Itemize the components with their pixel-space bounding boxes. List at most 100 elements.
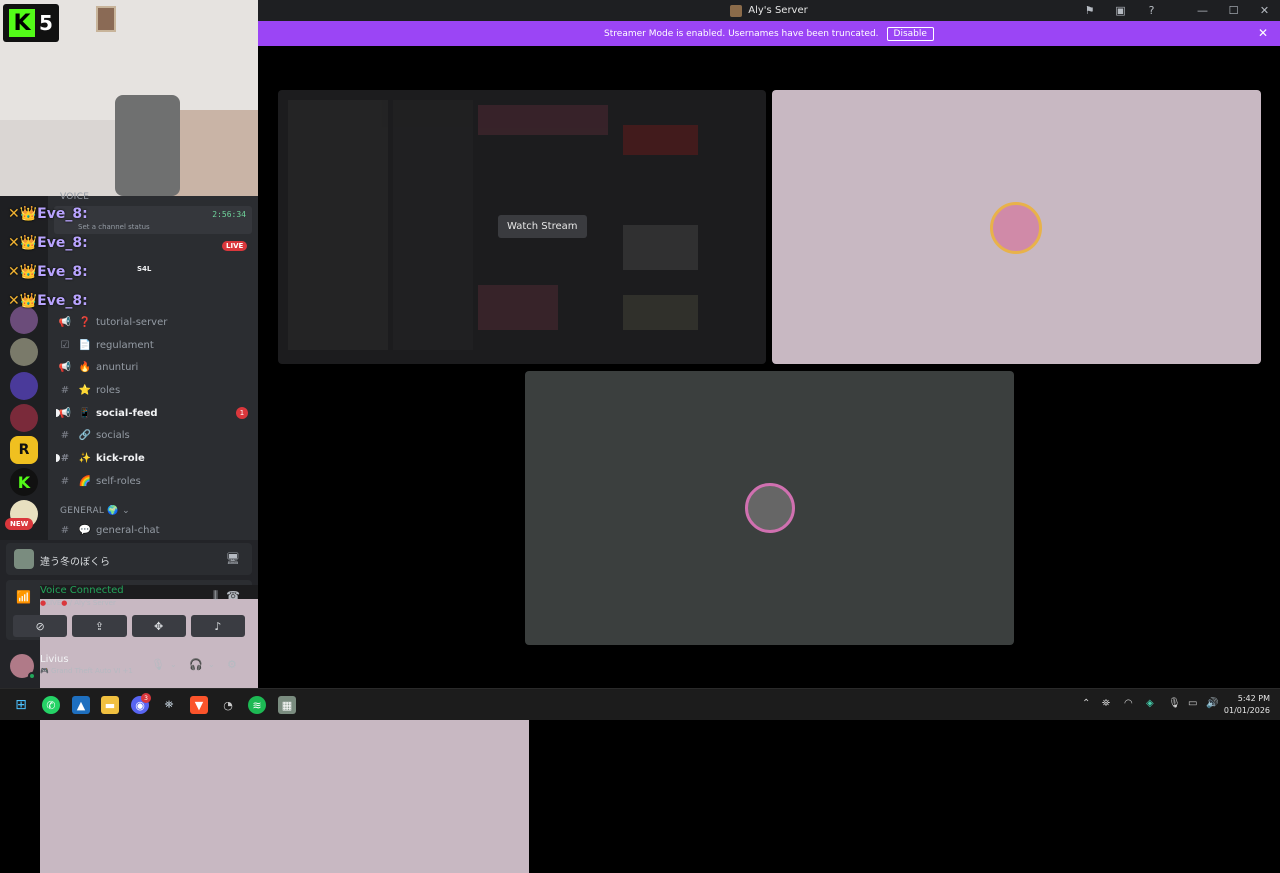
volume-icon[interactable]: 🔊 [1206, 698, 1218, 709]
photos-icon[interactable]: ▲ [72, 696, 90, 714]
participant-tile[interactable] [525, 371, 1014, 645]
overlay-username: ✕👑Eve_8: [8, 264, 88, 280]
voice-timer: 2:56:34 [212, 210, 246, 219]
channel-name: anunturi [96, 361, 139, 373]
avatar [745, 483, 795, 533]
voice-category-label[interactable]: VOICE [60, 192, 89, 202]
general-category-label[interactable]: GENERAL 🌍 ⌄ [60, 506, 130, 516]
disconnect-icon[interactable]: ☎ [226, 589, 240, 602]
brave-icon[interactable]: ▼ [190, 696, 208, 714]
chevron-down-icon[interactable]: ⌄ [170, 660, 177, 669]
channel-item[interactable]: 📢 📱 social-feed [56, 404, 158, 422]
hash-icon: # [60, 524, 70, 536]
camera-button[interactable]: ⊘ [13, 615, 68, 637]
soundboard-button[interactable]: ♪ [190, 615, 245, 637]
user-bar: Livius 🎮 Grand Theft Auto VI +1 🎙 ⌄ 🎧 ⌄ … [0, 648, 258, 688]
channel-item[interactable]: ☑ 📄 regulament [58, 336, 154, 354]
hash-icon: # [60, 475, 70, 487]
rockstar-server-icon[interactable]: R [10, 436, 38, 464]
channel-name: social-feed [96, 407, 158, 419]
maximize-icon[interactable]: ☐ [1218, 4, 1249, 17]
discord-notification-badge: 3 [141, 693, 151, 703]
mention-badge: 1 [236, 407, 248, 419]
left-sidebar: K 5 R K NEW VOICE 📢 ❓ tutorial-server ☑ 📄 re… [0, 0, 529, 873]
system-clock[interactable]: 5:42 PM 01/01/2026 [1224, 693, 1270, 717]
live-badge: LIVE [222, 241, 248, 251]
disable-button[interactable]: Disable [886, 26, 934, 41]
inbox-icon[interactable]: ▣ [1105, 4, 1136, 17]
clock-date: 01/01/2026 [1223, 706, 1270, 715]
screen-share-icon[interactable]: 🖥 [226, 552, 240, 565]
channel-name: regulament [96, 339, 154, 351]
file-explorer-icon[interactable]: ▬ [101, 696, 119, 714]
participant-tile[interactable] [772, 90, 1261, 364]
screen-share-button[interactable]: ⇪ [72, 615, 127, 637]
network-icon[interactable]: ▭ [1188, 698, 1197, 709]
activity-icon [14, 549, 34, 569]
channel-name: general-chat [96, 524, 160, 536]
online-status-dot [28, 672, 36, 680]
microphone-tray-icon[interactable]: 🎙 [1168, 698, 1181, 709]
channel-item[interactable]: # ⭐ roles [58, 381, 120, 399]
server-icon[interactable] [10, 404, 38, 432]
kick-server-icon[interactable]: K [10, 468, 38, 496]
channel-item[interactable]: # 🔗 socials [58, 426, 130, 444]
taskbar: ⊞ ✆ ▲ ▬ ◉ 3 ⛯ ▼ ◔ ≋ ▦ ⌃ ⛯ ◠ ◈ 🎙 ▭ 🔊 5:42… [0, 688, 1280, 720]
watch-stream-button[interactable]: Watch Stream [498, 215, 587, 238]
close-icon[interactable]: ✕ [1258, 26, 1268, 40]
channel-item[interactable]: # ✨ kick-role [56, 449, 145, 467]
server-icon[interactable] [10, 306, 38, 334]
channel-name: roles [96, 384, 121, 396]
activity-card[interactable]: 違う冬のぼくら 🖥 [6, 543, 252, 575]
help-icon[interactable]: ? [1136, 4, 1167, 17]
channel-status-placeholder[interactable]: Set a channel status [78, 223, 150, 231]
overlay-username: ✕👑Eve_8: [8, 206, 88, 222]
hash-icon: # [60, 452, 70, 464]
whatsapp-icon[interactable]: ✆ [42, 696, 60, 714]
server-icon[interactable] [10, 372, 38, 400]
server-icon[interactable] [10, 338, 38, 366]
security-icon[interactable]: ◈ [1146, 698, 1154, 709]
hash-icon: # [60, 384, 70, 396]
user-activity: 🎮 Grand Theft Auto VI +1 [40, 667, 133, 675]
streamer-mode-banner: Streamer Mode is enabled. Usernames have… [258, 21, 1280, 46]
activity-title: 違う冬のぼくら [40, 557, 110, 568]
username[interactable]: Livius [40, 654, 69, 665]
voice-stage: Watch Stream [258, 46, 1280, 688]
megaphone-icon: 📢 [58, 361, 72, 373]
channel-name: socials [96, 429, 130, 441]
steam-tray-icon[interactable]: ⛯ [1102, 698, 1110, 709]
chevron-up-icon[interactable]: ⌃ [1082, 698, 1090, 709]
activities-button[interactable]: ✥ [131, 615, 186, 637]
stream-tile[interactable]: Watch Stream [278, 90, 766, 364]
flag-icon[interactable]: ⚑ [1074, 4, 1105, 17]
avatar [990, 202, 1042, 254]
minimize-icon[interactable]: — [1187, 4, 1218, 17]
close-icon[interactable]: ✕ [1249, 4, 1280, 17]
noise-suppression-icon[interactable]: ⫼ [213, 589, 218, 603]
windows-start-icon[interactable]: ⊞ [12, 696, 30, 714]
headphones-icon[interactable]: 🎧 [189, 658, 203, 671]
voice-action-buttons: ⊘ ⇪ ✥ ♪ [6, 615, 252, 637]
gear-icon[interactable]: ⚙ [227, 658, 237, 671]
microphone-icon[interactable]: 🎙 [151, 658, 165, 671]
clock-time: 5:42 PM [1237, 694, 1270, 703]
titlebar-controls: ⚑ ▣ ? — ☐ ✕ [1074, 0, 1280, 21]
webcam-wall-picture [96, 6, 116, 32]
kick-overlay-count: 5 [39, 11, 53, 35]
steam-icon[interactable]: ⛯ [160, 696, 178, 714]
spotify-icon[interactable]: ≋ [248, 696, 266, 714]
tray-icon[interactable]: ◠ [1124, 698, 1133, 709]
channel-item[interactable]: # 🌈 self-roles [58, 472, 141, 490]
channel-item[interactable]: # 💬 general-chat [58, 521, 160, 539]
app-icon[interactable]: ▦ [278, 696, 296, 714]
channel-item[interactable]: 📢 ❓ tutorial-server [58, 313, 168, 331]
channel-item[interactable]: 📢 🔥 anunturi [58, 358, 139, 376]
app-icon[interactable]: ◔ [219, 696, 237, 714]
overlay-username: ✕👑Eve_8: [8, 293, 88, 309]
chevron-down-icon[interactable]: ⌄ [208, 660, 215, 669]
member-tag: S4L [137, 265, 152, 273]
channel-name: self-roles [96, 475, 141, 487]
megaphone-icon: 📢 [58, 316, 72, 328]
window-title: Aly's Server [748, 5, 808, 16]
